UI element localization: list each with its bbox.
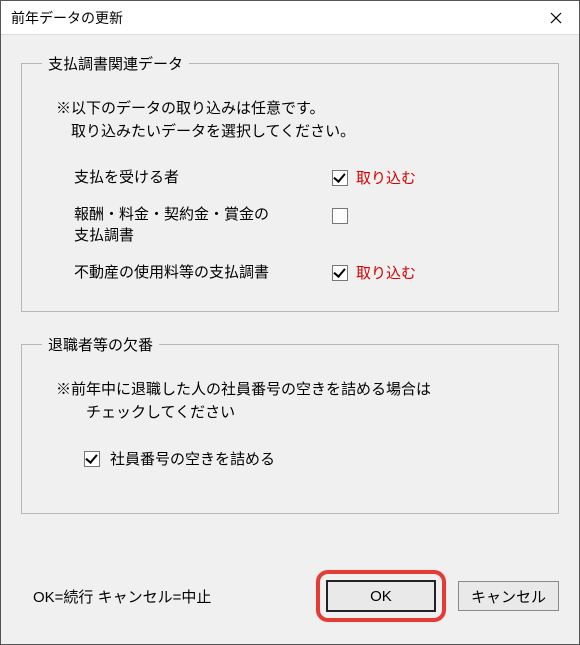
titlebar: 前年データの更新 — [1, 1, 579, 35]
cancel-button[interactable]: キャンセル — [458, 581, 559, 611]
ok-button[interactable]: OK — [326, 580, 436, 612]
footer: OK=続行 キャンセル=中止 OK キャンセル — [21, 564, 559, 630]
close-icon — [550, 12, 562, 24]
group2-note: ※前年中に退職した人の社員番号の空きを詰める場合は チェックしてください — [56, 379, 538, 424]
group1-note: ※以下のデータの取り込みは任意です。 取り込みたいデータを選択してください。 — [56, 98, 538, 143]
option-payee-import-label: 取り込む — [356, 167, 416, 188]
group2-legend: 退職者等の欠番 — [42, 334, 159, 355]
option-fillgap-checkbox[interactable] — [84, 451, 100, 467]
option-reward-label: 報酬・料金・契約金・賞金の 支払調書 — [74, 204, 332, 246]
option-payee: 支払を受ける者 取り込む — [74, 167, 538, 188]
footer-buttons: OK キャンセル — [316, 570, 559, 622]
option-payee-label: 支払を受ける者 — [74, 167, 332, 188]
ok-highlight: OK — [316, 570, 446, 622]
option-realestate-import-label: 取り込む — [356, 262, 416, 283]
option-realestate-label: 不動産の使用料等の支払調書 — [74, 262, 332, 283]
option-fillgap: 社員番号の空きを詰める — [84, 448, 538, 469]
footer-hint: OK=続行 キャンセル=中止 — [33, 586, 211, 607]
option-fillgap-label: 社員番号の空きを詰める — [110, 448, 275, 469]
option-realestate-checkbox[interactable] — [332, 265, 348, 281]
option-reward-checkbox[interactable] — [332, 208, 348, 224]
group-payment-report: 支払調書関連データ ※以下のデータの取り込みは任意です。 取り込みたいデータを選… — [21, 53, 559, 312]
client-area: 支払調書関連データ ※以下のデータの取り込みは任意です。 取り込みたいデータを選… — [1, 35, 579, 644]
window-title: 前年データの更新 — [11, 8, 123, 28]
dialog-window: 前年データの更新 支払調書関連データ ※以下のデータの取り込みは任意です。 取り… — [0, 0, 580, 645]
close-button[interactable] — [533, 2, 579, 34]
option-reward: 報酬・料金・契約金・賞金の 支払調書 — [74, 204, 538, 246]
option-realestate: 不動産の使用料等の支払調書 取り込む — [74, 262, 538, 283]
group-legend: 支払調書関連データ — [42, 53, 189, 74]
group-retiree-gap: 退職者等の欠番 ※前年中に退職した人の社員番号の空きを詰める場合は チェックして… — [21, 334, 559, 514]
option-payee-checkbox[interactable] — [332, 170, 348, 186]
